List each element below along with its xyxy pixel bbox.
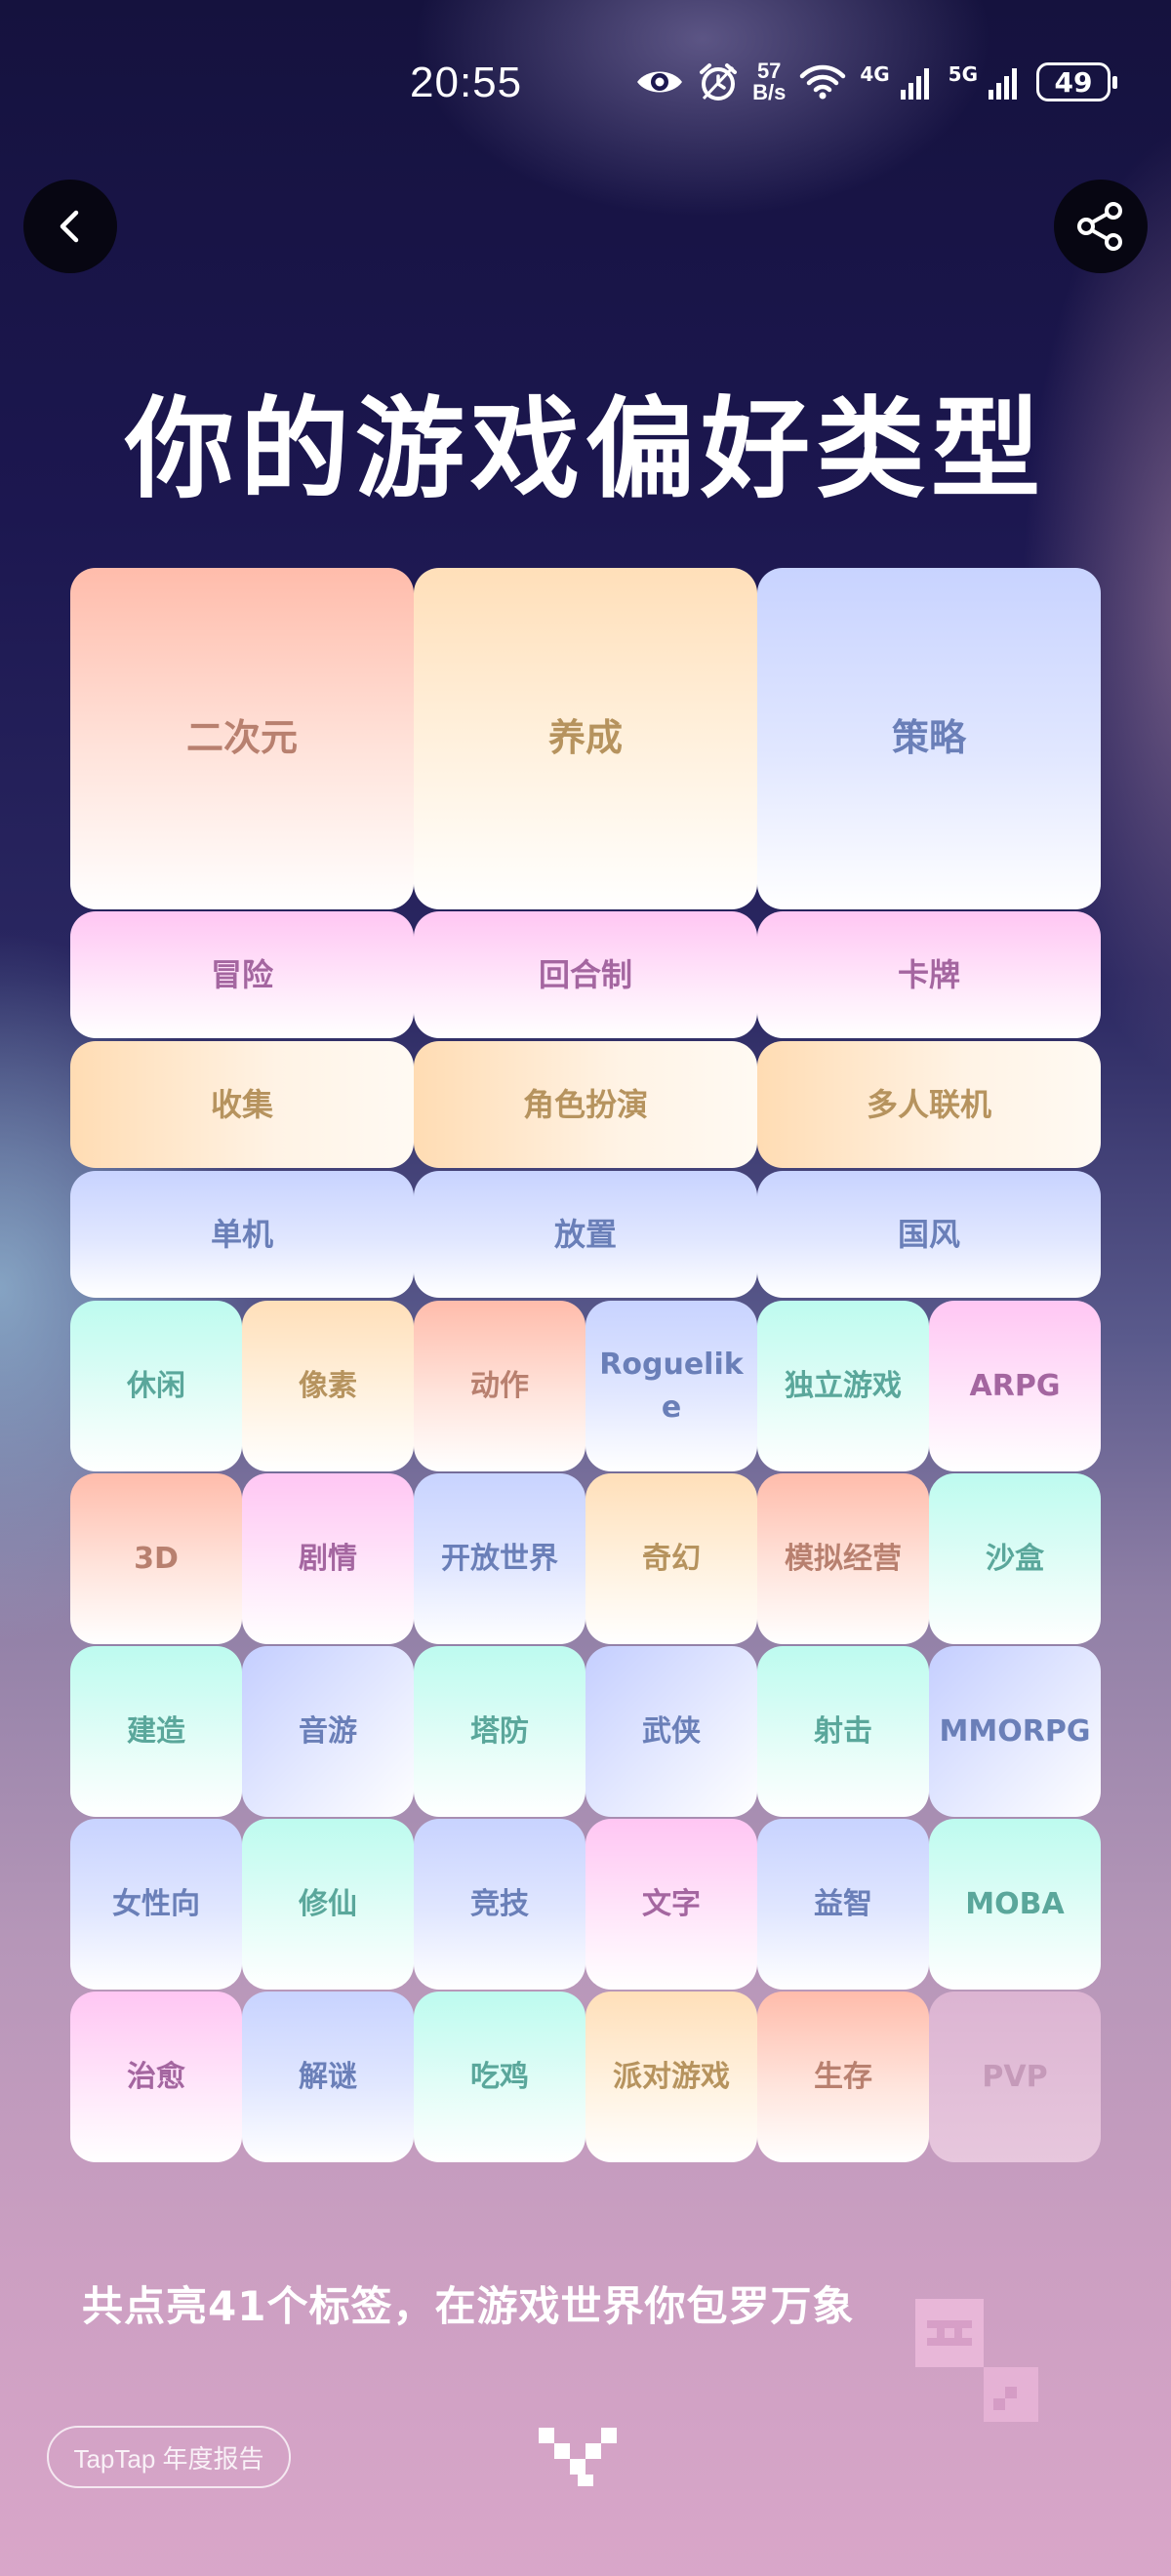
tag-tile: 休闲 — [70, 1301, 242, 1471]
tag-tile: 策略 — [757, 568, 1101, 909]
share-icon — [1077, 202, 1122, 251]
tag-tile: 生存 — [757, 1992, 929, 2162]
signal-icon — [989, 68, 1017, 100]
pixel-decoration — [915, 2299, 1038, 2422]
tag-tile: 独立游戏 — [757, 1301, 929, 1471]
status-bar: 20:55 57 B/s 4G 5G 49 — [0, 0, 1171, 176]
tag-tile: 模拟经营 — [757, 1473, 929, 1644]
tag-tile: 治愈 — [70, 1992, 242, 2162]
signal-icon — [900, 68, 929, 100]
tag-tile: 动作 — [414, 1301, 586, 1471]
battery-icon: 49 — [1036, 62, 1117, 101]
logo-icon — [539, 2428, 617, 2486]
tag-tile: 塔防 — [414, 1646, 586, 1817]
tag-tile: 竞技 — [414, 1819, 586, 1990]
tag-tile: 武侠 — [586, 1646, 757, 1817]
tag-tile: 益智 — [757, 1819, 929, 1990]
tag-tile: 女性向 — [70, 1819, 242, 1990]
tag-tile: 奇幻 — [586, 1473, 757, 1644]
page-title: 你的游戏偏好类型 — [125, 386, 1046, 513]
battery-level: 49 — [1054, 65, 1093, 99]
summary-text: 共点亮41个标签，在游戏世界你包罗万象 — [82, 2282, 855, 2330]
tag-tile: 收集 — [70, 1041, 414, 1168]
signal-2-label: 5G — [948, 62, 978, 86]
tag-tile: 多人联机 — [757, 1041, 1101, 1168]
chevron-left-icon — [60, 210, 79, 243]
net-speed: 57 B/s — [752, 59, 787, 104]
tag-tile: 像素 — [242, 1301, 414, 1471]
tag-tile: 射击 — [757, 1646, 929, 1817]
tag-tile: MOBA — [929, 1819, 1101, 1990]
tag-tile: ARPG — [929, 1301, 1101, 1471]
tag-tile: 沙盒 — [929, 1473, 1101, 1644]
tag-tile: 吃鸡 — [414, 1992, 586, 2162]
tag-tile: 开放世界 — [414, 1473, 586, 1644]
tag-tile: 单机 — [70, 1171, 414, 1298]
tag-tile: 冒险 — [70, 911, 414, 1038]
status-icons: 57 B/s 4G 5G 49 — [635, 59, 1117, 104]
tag-tile: 剧情 — [242, 1473, 414, 1644]
tag-tile: 养成 — [414, 568, 757, 909]
tag-tile: 国风 — [757, 1171, 1101, 1298]
taptap-annual-report-badge: TapTap 年度报告 — [47, 2426, 291, 2488]
signal-1-label: 4G — [860, 62, 890, 86]
tag-tile: 建造 — [70, 1646, 242, 1817]
tag-tile: MMORPG — [929, 1646, 1101, 1817]
back-button[interactable] — [23, 180, 117, 273]
tag-tile: 回合制 — [414, 911, 757, 1038]
wifi-icon — [800, 64, 846, 100]
tag-tile: 文字 — [586, 1819, 757, 1990]
tag-tile: 音游 — [242, 1646, 414, 1817]
tag-tile: 卡牌 — [757, 911, 1101, 1038]
tag-tile: 修仙 — [242, 1819, 414, 1990]
tag-tile: 放置 — [414, 1171, 757, 1298]
status-time: 20:55 — [410, 59, 523, 106]
eye-icon — [637, 71, 683, 93]
tag-tile: 解谜 — [242, 1992, 414, 2162]
tag-tile: Roguelike — [586, 1301, 757, 1471]
tag-tile: 3D — [70, 1473, 242, 1644]
tag-tile: 派对游戏 — [586, 1992, 757, 2162]
tag-tile: 二次元 — [70, 568, 414, 909]
tag-grid: 二次元 养成 策略 冒险 回合制 卡牌 收集 角色扮演 多人联机 单机 放置 国… — [70, 568, 1101, 2162]
alarm-icon — [700, 63, 738, 101]
share-button[interactable] — [1054, 180, 1148, 273]
tag-tile-dim: PVP — [929, 1992, 1101, 2162]
tag-tile: 角色扮演 — [414, 1041, 757, 1168]
